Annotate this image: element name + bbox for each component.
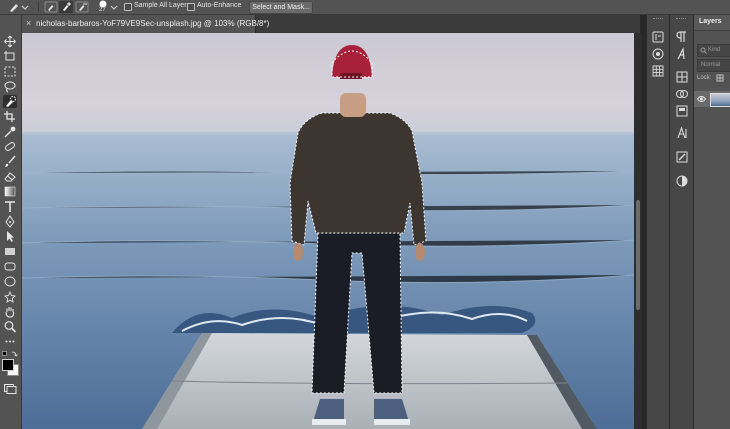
rectangle-tool-icon[interactable] xyxy=(3,245,17,258)
screen-mode-icon[interactable] xyxy=(3,382,17,395)
close-tab-icon[interactable]: × xyxy=(26,19,31,28)
pen-tool-icon[interactable] xyxy=(3,215,17,228)
marquee-tool-icon[interactable] xyxy=(3,65,17,78)
path-selection-tool-icon[interactable] xyxy=(3,230,17,243)
brush-tool-icon[interactable] xyxy=(3,155,17,168)
lasso-tool-icon[interactable] xyxy=(3,80,17,93)
swap-colors-icon[interactable] xyxy=(2,351,18,357)
foreground-color-swatch[interactable] xyxy=(2,359,14,371)
healing-brush-tool-icon[interactable] xyxy=(3,140,17,153)
brush-size-value: 27 xyxy=(99,7,106,13)
channels-icon[interactable] xyxy=(675,87,689,101)
glyphs-icon[interactable] xyxy=(675,47,689,61)
zoom-tool-icon[interactable] xyxy=(3,320,17,333)
lock-row: Lock: xyxy=(697,74,724,82)
paragraph-icon[interactable] xyxy=(675,30,689,44)
document-canvas[interactable] xyxy=(22,33,634,429)
toolbar xyxy=(0,15,22,429)
move-tool-icon[interactable] xyxy=(3,35,17,48)
ellipse-tool-icon[interactable] xyxy=(3,275,17,288)
brush-settings-chevron-icon[interactable] xyxy=(110,1,118,13)
layer-thumbnail xyxy=(710,93,730,107)
select-and-mask-button[interactable]: Select and Mask... xyxy=(249,1,313,14)
layers-tab[interactable]: Layers xyxy=(694,15,730,31)
blend-mode-value: Normal xyxy=(701,62,721,68)
brush-settings-icon[interactable] xyxy=(675,150,689,164)
layers-title: Layers xyxy=(699,18,722,25)
lock-label: Lock: xyxy=(697,75,712,81)
sample-all-layers-label: Sample All Layers xyxy=(134,2,191,9)
hand-tool-icon[interactable] xyxy=(3,305,17,318)
new-selection-icon[interactable] xyxy=(44,1,58,13)
document-tab[interactable]: × nicholas-barbaros-YoF79VE9Sec-unsplash… xyxy=(22,15,269,33)
tool-preset-picker-icon[interactable] xyxy=(7,1,29,13)
custom-shape-tool-icon[interactable] xyxy=(3,290,17,303)
kind-filter-label: Kind xyxy=(708,47,721,53)
grid-swatches-icon[interactable] xyxy=(651,64,665,78)
gradient-tool-icon[interactable] xyxy=(3,185,17,198)
layer-row[interactable] xyxy=(694,91,730,107)
adjustments-icon[interactable] xyxy=(675,70,689,84)
crop-tool-icon[interactable] xyxy=(3,110,17,123)
type-tool-icon[interactable] xyxy=(3,200,17,213)
photo xyxy=(22,33,634,429)
layers-panel: Layers Kind Normal Lock: xyxy=(693,15,730,429)
blend-mode-select[interactable]: Normal xyxy=(697,59,730,72)
document-tab-title: nicholas-barbaros-YoF79VE9Sec-unsplash.j… xyxy=(36,19,270,28)
separator xyxy=(38,2,39,12)
options-bar: 27 Sample All Layers Auto-Enhance Select… xyxy=(0,0,730,15)
sample-all-layers-checkbox[interactable] xyxy=(124,3,132,11)
rounded-rectangle-tool-icon[interactable] xyxy=(3,260,17,273)
add-to-selection-icon[interactable] xyxy=(59,1,73,13)
auto-enhance-checkbox[interactable] xyxy=(187,3,195,11)
subtract-from-selection-icon[interactable] xyxy=(75,1,89,13)
brush-size-swatch[interactable] xyxy=(98,0,108,8)
panel-grip[interactable] xyxy=(653,18,663,21)
artboard-tool-icon[interactable] xyxy=(3,50,17,63)
panel-dock-1 xyxy=(646,15,669,429)
search-icon xyxy=(700,47,707,54)
visibility-eye-icon[interactable] xyxy=(697,95,706,103)
color-adjust-icon[interactable] xyxy=(675,174,689,188)
panel-grip[interactable] xyxy=(676,18,686,21)
quick-selection-tool-icon[interactable] xyxy=(3,95,17,108)
character-icon[interactable] xyxy=(675,126,689,140)
eyedropper-tool-icon[interactable] xyxy=(3,125,17,138)
properties-icon[interactable] xyxy=(675,104,689,118)
layer-kind-filter[interactable]: Kind xyxy=(697,44,730,57)
panel-dock-2 xyxy=(669,15,693,429)
history-icon[interactable] xyxy=(651,30,665,44)
eraser-tool-icon[interactable] xyxy=(3,170,17,183)
auto-enhance-label: Auto-Enhance xyxy=(197,2,242,9)
more-tools-icon[interactable] xyxy=(3,335,17,348)
lock-pixels-icon[interactable] xyxy=(716,74,724,82)
learn-icon[interactable] xyxy=(651,47,665,61)
scrollbar-thumb[interactable] xyxy=(636,200,640,310)
